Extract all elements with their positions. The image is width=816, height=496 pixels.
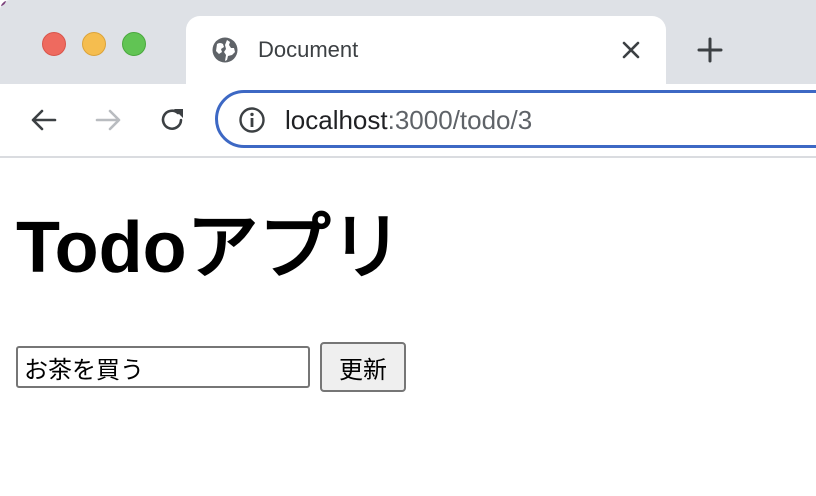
window-minimize-button[interactable] (82, 32, 106, 56)
close-icon[interactable] (618, 37, 644, 63)
tab-title: Document (258, 37, 359, 62)
todo-input[interactable] (16, 346, 310, 388)
arrow-left-icon[interactable] (28, 104, 60, 136)
address-bar[interactable]: localhost:3000/todo/3 (215, 90, 816, 148)
plus-icon[interactable] (694, 34, 726, 66)
tab-strip: Document (0, 0, 816, 84)
tab-document[interactable]: Document (186, 16, 666, 84)
reload-icon[interactable] (156, 104, 188, 136)
arrow-right-icon[interactable] (92, 104, 124, 136)
window-close-button[interactable] (42, 32, 66, 56)
globe-icon (211, 36, 239, 64)
browser-window: Document localhost:3000/todo/3 Todoアプリ お… (0, 0, 816, 496)
window-corner (0, 0, 6, 6)
browser-toolbar: localhost:3000/todo/3 (0, 84, 816, 158)
url-text[interactable]: localhost:3000/todo/3 (285, 104, 532, 136)
page-title: Todoアプリ (16, 208, 403, 288)
info-icon[interactable] (238, 106, 266, 134)
window-maximize-button[interactable] (122, 32, 146, 56)
url-host: localhost (285, 105, 388, 135)
update-button[interactable]: 更新 (320, 342, 406, 392)
url-path: :3000/todo/3 (387, 105, 533, 135)
page-content: Todoアプリ 更新 (0, 158, 816, 496)
